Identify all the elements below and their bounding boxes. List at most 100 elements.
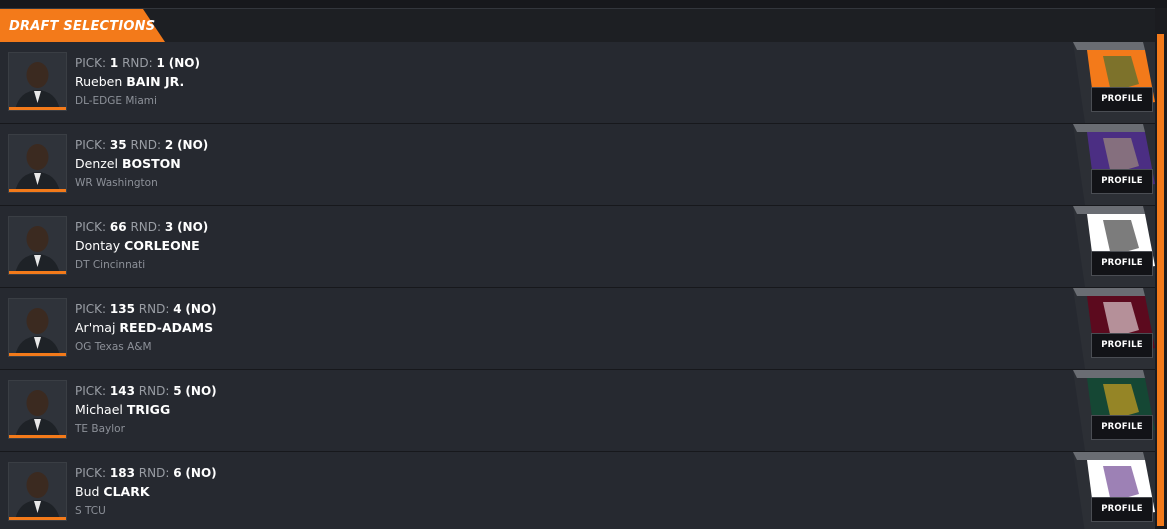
player-last-name: TRIGG	[126, 402, 171, 417]
profile-button[interactable]: PROFILE	[1091, 415, 1153, 440]
player-headshot	[8, 216, 67, 275]
player-position-school: DT Cincinnati	[75, 259, 146, 271]
player-first-name: Bud	[75, 484, 100, 499]
headshot-accent-stripe	[9, 271, 66, 274]
player-position-school: WR Washington	[75, 177, 158, 189]
headshot-accent-stripe	[9, 517, 66, 520]
round-number: 1	[156, 56, 165, 70]
pick-label: PICK:	[75, 466, 107, 480]
scrollbar[interactable]	[1155, 8, 1167, 526]
player-first-name: Rueben	[75, 74, 123, 89]
draft-pick-row: PICK: 1 RND: 1 (NO) Rueben BAIN JR. DL-E…	[0, 42, 1155, 124]
pick-line: PICK: 66 RND: 3 (NO)	[75, 220, 208, 237]
player-name: Rueben BAIN JR.	[75, 74, 200, 92]
player-first-name: Ar'maj	[75, 320, 116, 335]
headshot-accent-stripe	[9, 353, 66, 356]
player-position-school: TE Baylor	[75, 423, 125, 435]
player-silhouette-icon	[9, 135, 66, 192]
pick-line: PICK: 143 RND: 5 (NO)	[75, 384, 217, 401]
round-number: 3	[164, 220, 174, 234]
player-headshot	[8, 380, 67, 439]
player-silhouette-icon	[9, 53, 66, 110]
round-label: RND:	[138, 302, 170, 316]
player-first-name: Denzel	[75, 156, 118, 171]
pick-number: 66	[109, 220, 127, 234]
profile-button[interactable]: PROFILE	[1091, 87, 1153, 112]
player-name: Denzel BOSTON	[75, 156, 208, 174]
draft-pick-row: PICK: 35 RND: 2 (NO) Denzel BOSTON WR Wa…	[0, 124, 1155, 206]
panel-title: DRAFT SELECTIONS	[9, 19, 156, 34]
player-headshot	[8, 134, 67, 193]
round-number: 4	[173, 302, 182, 316]
player-last-name: CORLEONE	[124, 238, 200, 253]
draft-pick-list: PICK: 1 RND: 1 (NO) Rueben BAIN JR. DL-E…	[0, 42, 1155, 529]
pick-info: PICK: 35 RND: 2 (NO) Denzel BOSTON WR Wa…	[75, 138, 208, 189]
draft-pick-row: PICK: 66 RND: 3 (NO) Dontay CORLEONE DT …	[0, 206, 1155, 288]
round-label: RND:	[122, 56, 153, 70]
profile-button[interactable]: PROFILE	[1091, 251, 1153, 276]
panel-header: DRAFT SELECTIONS	[0, 9, 1155, 42]
player-name: Dontay CORLEONE	[75, 238, 208, 256]
player-silhouette-icon	[9, 299, 66, 356]
pick-number: 143	[109, 384, 135, 398]
profile-button[interactable]: PROFILE	[1091, 497, 1153, 522]
player-name: Michael TRIGG	[75, 402, 217, 420]
team-abbrev: (NO)	[177, 220, 209, 234]
team-abbrev: (NO)	[177, 138, 209, 152]
player-headshot	[8, 462, 67, 521]
pick-line: PICK: 135 RND: 4 (NO)	[75, 302, 217, 319]
round-label: RND:	[138, 466, 170, 480]
pick-info: PICK: 135 RND: 4 (NO) Ar'maj REED-ADAMS …	[75, 302, 217, 353]
pick-number: 35	[109, 138, 127, 152]
round-number: 5	[173, 384, 182, 398]
pick-info: PICK: 66 RND: 3 (NO) Dontay CORLEONE DT …	[75, 220, 208, 271]
player-position-school: DL-EDGE Miami	[75, 95, 157, 107]
team-abbrev: (NO)	[185, 302, 217, 316]
player-position-school: OG Texas A&M	[75, 341, 152, 353]
draft-pick-row: PICK: 135 RND: 4 (NO) Ar'maj REED-ADAMS …	[0, 288, 1155, 370]
player-last-name: REED-ADAMS	[119, 320, 214, 335]
pick-label: PICK:	[75, 138, 107, 152]
scrollbar-thumb[interactable]	[1157, 34, 1164, 526]
pick-number: 135	[109, 302, 135, 316]
draft-selections-panel: DRAFT SELECTIONS PICK: 1 RND: 1 (NO) Rue…	[0, 8, 1155, 529]
team-abbrev: (NO)	[185, 384, 217, 398]
pick-label: PICK:	[75, 302, 107, 316]
pick-label: PICK:	[75, 384, 107, 398]
draft-pick-row: PICK: 183 RND: 6 (NO) Bud CLARK S TCU PR…	[0, 452, 1155, 529]
team-abbrev: (NO)	[168, 56, 200, 70]
pick-label: PICK:	[75, 220, 107, 234]
player-name: Ar'maj REED-ADAMS	[75, 320, 217, 338]
pick-number: 1	[109, 56, 119, 70]
round-label: RND:	[130, 138, 162, 152]
profile-button[interactable]: PROFILE	[1091, 169, 1153, 194]
headshot-accent-stripe	[9, 107, 66, 110]
pick-info: PICK: 183 RND: 6 (NO) Bud CLARK S TCU	[75, 466, 217, 517]
player-silhouette-icon	[9, 381, 66, 438]
round-number: 6	[173, 466, 182, 480]
pick-line: PICK: 183 RND: 6 (NO)	[75, 466, 217, 483]
pick-info: PICK: 143 RND: 5 (NO) Michael TRIGG TE B…	[75, 384, 217, 435]
player-headshot	[8, 298, 67, 357]
profile-button[interactable]: PROFILE	[1091, 333, 1153, 358]
pick-number: 183	[109, 466, 135, 480]
player-silhouette-icon	[9, 463, 66, 520]
player-last-name: CLARK	[103, 484, 150, 499]
round-number: 2	[164, 138, 174, 152]
player-headshot	[8, 52, 67, 111]
player-name: Bud CLARK	[75, 484, 217, 502]
headshot-accent-stripe	[9, 189, 66, 192]
player-position-school: S TCU	[75, 505, 106, 517]
draft-pick-row: PICK: 143 RND: 5 (NO) Michael TRIGG TE B…	[0, 370, 1155, 452]
pick-info: PICK: 1 RND: 1 (NO) Rueben BAIN JR. DL-E…	[75, 56, 200, 107]
headshot-accent-stripe	[9, 435, 66, 438]
round-label: RND:	[138, 384, 170, 398]
pick-line: PICK: 35 RND: 2 (NO)	[75, 138, 208, 155]
player-last-name: BAIN JR.	[126, 74, 185, 89]
player-silhouette-icon	[9, 217, 66, 274]
round-label: RND:	[130, 220, 162, 234]
player-first-name: Michael	[75, 402, 123, 417]
player-first-name: Dontay	[75, 238, 121, 253]
pick-label: PICK:	[75, 56, 107, 70]
player-last-name: BOSTON	[121, 156, 181, 171]
